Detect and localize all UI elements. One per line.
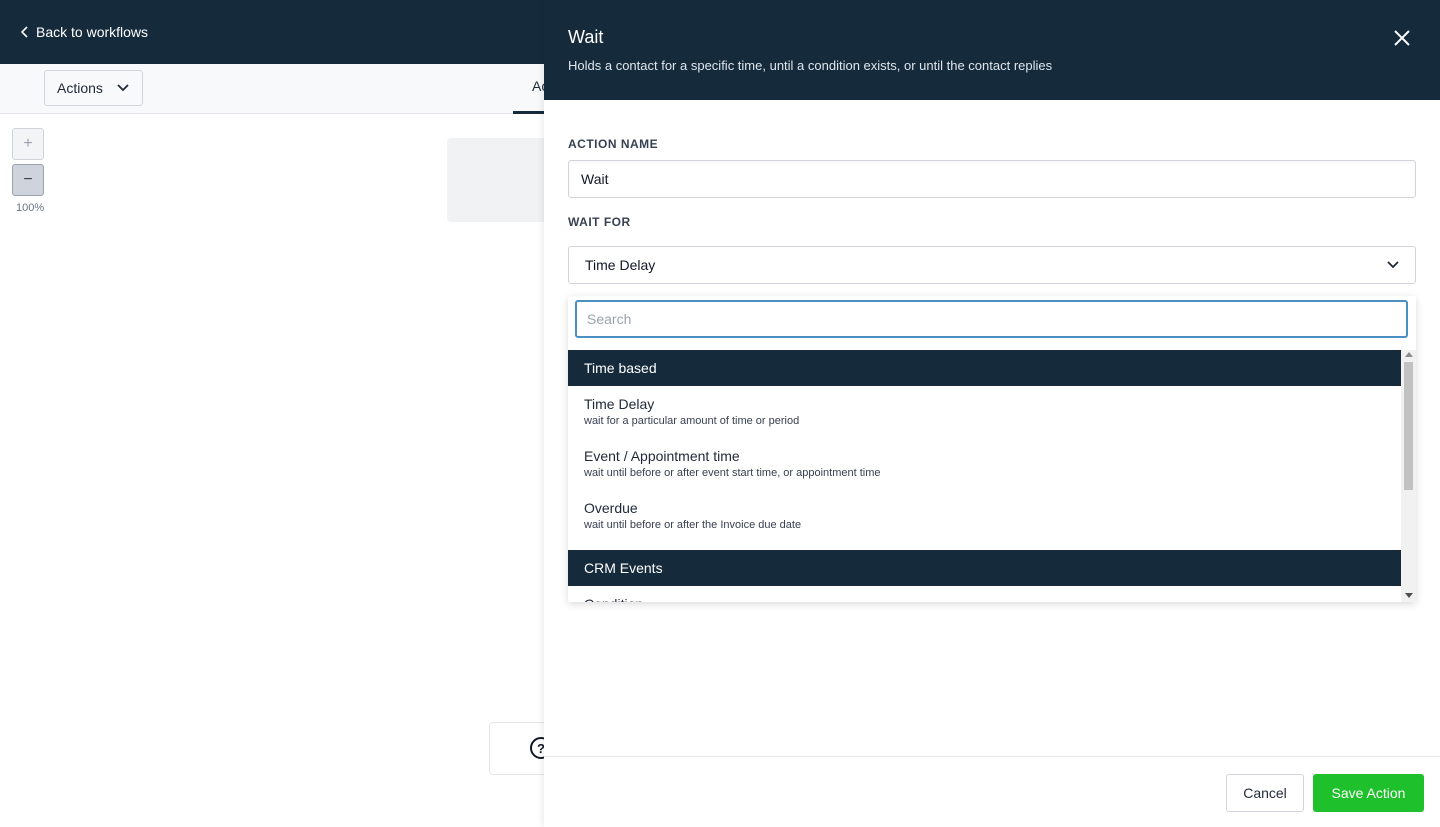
option-title: Overdue <box>584 500 638 516</box>
option-time-delay[interactable]: Time Delay wait for a particular amount … <box>568 386 1401 438</box>
chevron-left-icon <box>20 26 28 38</box>
wait-for-select[interactable]: Time Delay <box>568 246 1416 284</box>
dropdown-scrollbar[interactable] <box>1401 350 1416 602</box>
dropdown-options-list: Time based Time Delay wait for a particu… <box>568 350 1401 602</box>
wait-for-label: WAIT FOR <box>568 215 631 229</box>
dropdown-search-input[interactable] <box>575 300 1408 338</box>
drawer-header: Wait Holds a contact for a specific time… <box>544 0 1440 100</box>
scrollbar-thumb[interactable] <box>1404 362 1413 490</box>
actions-label: Actions <box>57 80 103 96</box>
option-condition[interactable]: Condition <box>568 586 1401 602</box>
scroll-down-arrow-icon[interactable] <box>1405 593 1413 598</box>
action-name-input[interactable] <box>568 160 1416 198</box>
option-overdue[interactable]: Overdue wait until before or after the I… <box>568 490 1401 542</box>
option-description: wait until before or after the Invoice d… <box>584 519 802 531</box>
save-action-button[interactable]: Save Action <box>1313 774 1424 812</box>
actions-dropdown-button[interactable]: Actions <box>44 70 143 106</box>
tab-actions[interactable]: Ac <box>480 64 553 114</box>
chevron-down-icon <box>117 84 129 92</box>
zoom-level: 100% <box>16 202 45 214</box>
option-event-appointment-time[interactable]: Event / Appointment time wait until befo… <box>568 438 1401 490</box>
drawer-footer: Cancel Save Action <box>544 756 1440 827</box>
zoom-in-button[interactable]: + <box>12 128 44 160</box>
wait-action-drawer: Wait Holds a contact for a specific time… <box>544 0 1440 827</box>
workflow-node[interactable] <box>447 138 547 222</box>
chevron-down-icon <box>1387 261 1399 269</box>
scroll-up-arrow-icon[interactable] <box>1405 352 1413 357</box>
close-button[interactable] <box>1392 28 1412 48</box>
option-description: wait for a particular amount of time or … <box>584 415 800 427</box>
cancel-button[interactable]: Cancel <box>1226 774 1304 812</box>
back-link-label: Back to workflows <box>36 24 149 40</box>
option-title: Time Delay <box>584 396 655 412</box>
back-to-workflows-link[interactable]: Back to workflows <box>20 22 148 42</box>
option-group-header: Time based <box>568 350 1401 386</box>
drawer-subtitle: Holds a contact for a specific time, unt… <box>568 58 1053 73</box>
option-description: wait until before or after event start t… <box>584 467 881 479</box>
action-name-label: ACTION NAME <box>568 137 659 151</box>
close-icon <box>1394 30 1410 46</box>
drawer-title: Wait <box>568 27 604 47</box>
zoom-out-button[interactable]: − <box>12 164 44 196</box>
help-button[interactable]: ? <box>489 722 552 775</box>
wait-for-selected-value: Time Delay <box>585 257 656 273</box>
option-group-header: CRM Events <box>568 550 1401 586</box>
option-title: Event / Appointment time <box>584 448 740 464</box>
wait-for-dropdown: Time based Time Delay wait for a particu… <box>568 296 1416 602</box>
